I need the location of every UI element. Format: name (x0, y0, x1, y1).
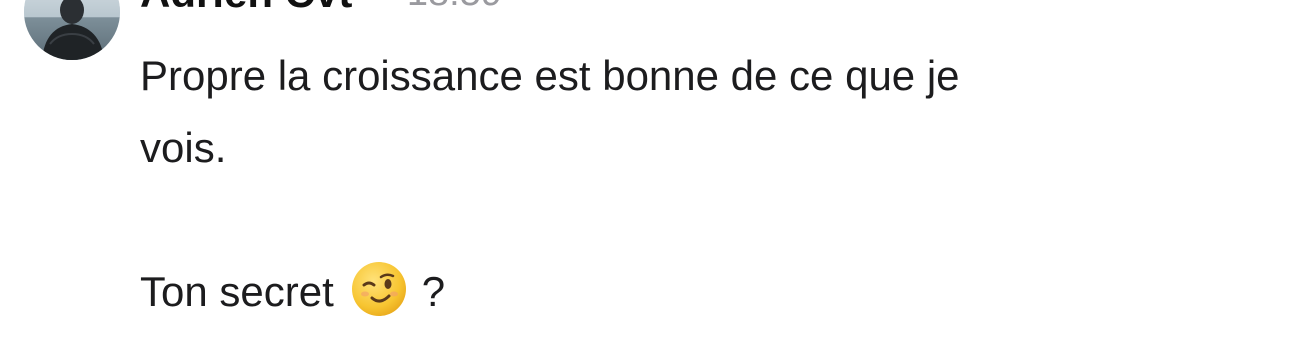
message-body: Propre la croissance est bonne de ce que… (140, 40, 1140, 328)
meta-separator: • (378, 0, 389, 16)
avatar-photo-icon (24, 0, 120, 60)
message-line: vois. (140, 124, 227, 171)
message-header: Adrien Cvt • 18:59 (140, 0, 502, 16)
avatar[interactable] (24, 0, 120, 60)
chat-message: Adrien Cvt • 18:59 Propre la croissance … (0, 0, 1290, 363)
message-timestamp: 18:59 (407, 0, 502, 16)
author-name[interactable]: Adrien Cvt (140, 0, 352, 16)
message-line: Ton secret (140, 268, 334, 315)
winking-face-icon (350, 260, 408, 318)
message-line: Propre la croissance est bonne de ce que… (140, 52, 960, 99)
message-line-last: Ton secret ? (140, 256, 1140, 328)
message-question-mark: ? (421, 268, 446, 315)
